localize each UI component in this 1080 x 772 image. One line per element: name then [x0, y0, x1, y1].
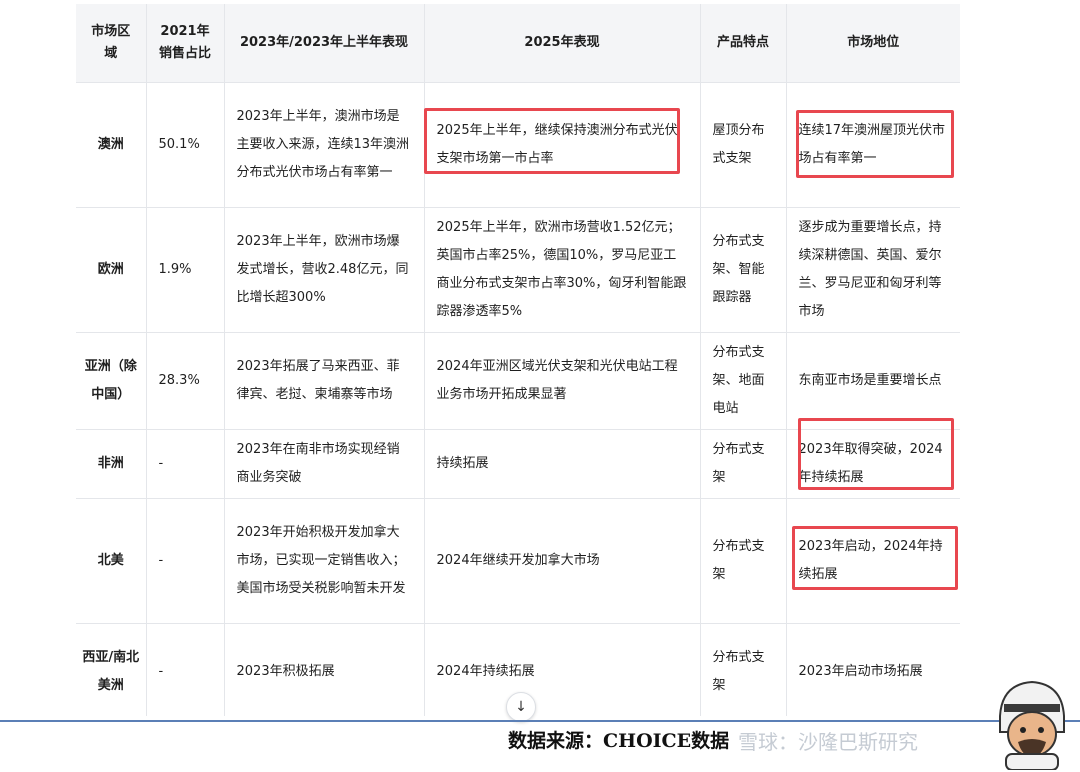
watermark-text: 雪球：沙隆巴斯研究	[738, 730, 918, 754]
header-product: 产品特点	[700, 4, 787, 83]
cell-share: 28.3%	[146, 332, 225, 430]
cell-position: 连续17年澳洲屋顶光伏市场占有率第一	[786, 82, 960, 208]
arrow-down-icon: ↓	[515, 699, 527, 715]
table-row: 欧洲 1.9% 2023年上半年，欧洲市场爆发式增长，营收2.48亿元，同比增长…	[76, 207, 960, 333]
header-perf2023: 2023年/2023年上半年表现	[224, 4, 425, 83]
cell-position: 2023年启动市场拓展	[786, 623, 960, 716]
table-row: 亚洲（除中国） 28.3% 2023年拓展了马来西亚、菲律宾、老挝、柬埔寨等市场…	[76, 332, 960, 430]
cell-position: 2023年取得突破，2024年持续拓展	[786, 429, 960, 499]
market-table: 市场区域 2021年销售占比 2023年/2023年上半年表现 2025年表现 …	[76, 4, 960, 716]
cell-product: 分布式支架	[700, 498, 787, 624]
cell-region: 非洲	[76, 429, 147, 499]
cell-perf2025: 2024年持续拓展	[424, 623, 701, 716]
cell-perf2023: 2023年积极拓展	[224, 623, 425, 716]
cell-product: 分布式支架	[700, 429, 787, 499]
cell-product: 屋顶分布式支架	[700, 82, 787, 208]
cell-perf2023: 2023年上半年，欧洲市场爆发式增长，营收2.48亿元，同比增长超300%	[224, 207, 425, 333]
footer-divider	[0, 720, 1080, 722]
cell-region: 欧洲	[76, 207, 147, 333]
cell-position: 逐步成为重要增长点，持续深耕德国、英国、爱尔兰、罗马尼亚和匈牙利等市场	[786, 207, 960, 333]
cell-product: 分布式支架、智能跟踪器	[700, 207, 787, 333]
scroll-down-button[interactable]: ↓	[506, 692, 536, 722]
cell-share: 1.9%	[146, 207, 225, 333]
cell-share: -	[146, 429, 225, 499]
cell-product: 分布式支架、地面电站	[700, 332, 787, 430]
cell-position: 2023年启动，2024年持续拓展	[786, 498, 960, 624]
cell-region: 亚洲（除中国）	[76, 332, 147, 430]
cell-share: -	[146, 498, 225, 624]
header-perf2025: 2025年表现	[424, 4, 701, 83]
cell-perf2023: 2023年上半年，澳洲市场是主要收入来源，连续13年澳洲分布式光伏市场占有率第一	[224, 82, 425, 208]
cell-position: 东南亚市场是重要增长点	[786, 332, 960, 430]
cell-region: 北美	[76, 498, 147, 624]
header-region: 市场区域	[76, 4, 147, 83]
cell-region: 西亚/南北美洲	[76, 623, 147, 716]
cell-product: 分布式支架	[700, 623, 787, 716]
table-row: 北美 - 2023年开始积极开发加拿大市场，已实现一定销售收入；美国市场受关税影…	[76, 498, 960, 624]
cell-share: -	[146, 623, 225, 716]
data-table-container: 市场区域 2021年销售占比 2023年/2023年上半年表现 2025年表现 …	[76, 4, 960, 716]
cell-perf2025: 持续拓展	[424, 429, 701, 499]
data-source-caption: 数据来源：CHOICE数据	[508, 730, 730, 752]
cell-perf2025: 2024年继续开发加拿大市场	[424, 498, 701, 624]
header-position: 市场地位	[786, 4, 960, 83]
mascot-avatar-icon	[999, 680, 1065, 770]
cell-perf2025: 2024年亚洲区域光伏支架和光伏电站工程业务市场开拓成果显著	[424, 332, 701, 430]
cell-perf2023: 2023年开始积极开发加拿大市场，已实现一定销售收入；美国市场受关税影响暂未开发	[224, 498, 425, 624]
table-row: 非洲 - 2023年在南非市场实现经销商业务突破 持续拓展 分布式支架 2023…	[76, 429, 960, 499]
table-row: 澳洲 50.1% 2023年上半年，澳洲市场是主要收入来源，连续13年澳洲分布式…	[76, 82, 960, 208]
cell-perf2023: 2023年在南非市场实现经销商业务突破	[224, 429, 425, 499]
cell-perf2025: 2025年上半年，继续保持澳洲分布式光伏支架市场第一市占率	[424, 82, 701, 208]
table-header-row: 市场区域 2021年销售占比 2023年/2023年上半年表现 2025年表现 …	[76, 4, 960, 83]
cell-share: 50.1%	[146, 82, 225, 208]
cell-perf2023: 2023年拓展了马来西亚、菲律宾、老挝、柬埔寨等市场	[224, 332, 425, 430]
header-share: 2021年销售占比	[146, 4, 225, 83]
cell-region: 澳洲	[76, 82, 147, 208]
cell-perf2025: 2025年上半年，欧洲市场营收1.52亿元；英国市占率25%，德国10%，罗马尼…	[424, 207, 701, 333]
